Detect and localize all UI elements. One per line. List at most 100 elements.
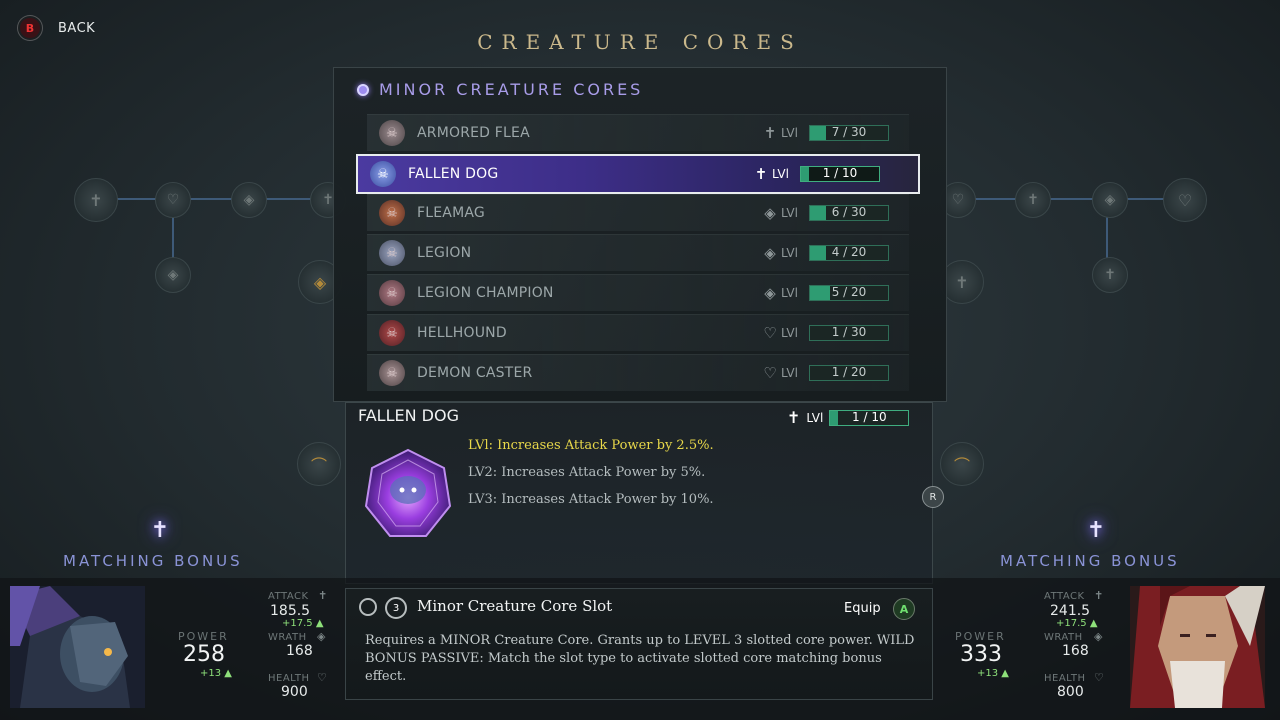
right-health-value: 800 — [1057, 684, 1084, 700]
detail-level-1-text: LVl: Increases Attack Power by 2.5%. — [468, 438, 714, 453]
wrath-icon: ◈ — [764, 204, 776, 222]
core-progress-bar: 7 / 30 — [809, 125, 889, 141]
detail-core-name: FALLEN DOG — [358, 406, 459, 425]
core-row-fallen-dog[interactable]: ☠ FALLEN DOG ✝ LVl 1 / 10 — [356, 154, 920, 194]
left-matching-bonus-label: MATCHING BONUS — [63, 552, 243, 570]
detail-level-3-text: LV3: Increases Attack Power by 10%. — [468, 492, 714, 507]
core-row-demon-caster[interactable]: ☠ DEMON CASTER ♡ LVl 1 / 20 — [367, 354, 909, 391]
tree-node-attack-icon: ✝ — [1092, 257, 1128, 293]
core-level-label: LVl — [781, 246, 798, 260]
left-wrath-label: WRATH — [268, 632, 307, 643]
tree-node-health-icon: ♡ — [1163, 178, 1207, 222]
right-attack-delta: +17.5 ▲ — [1056, 618, 1098, 629]
detail-level-2-text: LV2: Increases Attack Power by 5%. — [468, 465, 706, 480]
core-row-hellhound[interactable]: ☠ HELLHOUND ♡ LVl 1 / 30 — [367, 314, 909, 351]
core-name: DEMON CASTER — [417, 365, 533, 381]
health-icon: ♡ — [317, 671, 327, 684]
core-progress-bar: 1 / 20 — [809, 365, 889, 381]
attack-icon: ✝ — [318, 589, 328, 602]
legion-champion-creature-icon: ☠ — [379, 280, 405, 306]
health-icon: ♡ — [763, 364, 777, 382]
wrath-icon: ◈ — [764, 244, 776, 262]
category-label: MINOR CREATURE CORES — [379, 80, 644, 99]
left-attack-value: 185.5 — [270, 603, 311, 619]
detail-level: ✝ LVl 1 / 10 — [787, 408, 910, 427]
core-row-legion[interactable]: ☠ LEGION ◈ LVl 4 / 20 — [367, 234, 909, 271]
core-progress-bar: 1 / 30 — [809, 325, 889, 341]
right-wrath-label: WRATH — [1044, 632, 1083, 643]
tree-node-slot-icon: ⌒ — [940, 442, 984, 486]
equip-a-button[interactable]: A — [893, 598, 915, 620]
core-name: HELLHOUND — [417, 325, 507, 341]
left-attack-delta: +17.5 ▲ — [282, 618, 324, 629]
wrath-icon: ◈ — [764, 284, 776, 302]
core-level-label: LVl — [781, 126, 798, 140]
tree-node-wrath-icon: ◈ — [1092, 182, 1128, 218]
tree-node-attack-icon: ✝ — [1015, 182, 1051, 218]
page-title: CREATURE CORES — [477, 30, 803, 54]
core-progress-bar: 1 / 10 — [800, 166, 880, 182]
left-power-delta: +13 ▲ — [200, 668, 232, 679]
fallen-dog-creature-icon: ☠ — [370, 161, 396, 187]
legion-creature-icon: ☠ — [379, 240, 405, 266]
tree-node-health-icon: ♡ — [155, 182, 191, 218]
attack-icon: ✝ — [1094, 589, 1104, 602]
demon-caster-creature-icon: ☠ — [379, 360, 405, 386]
category-header: MINOR CREATURE CORES — [357, 80, 643, 99]
slot-level-badge: 3 — [385, 597, 407, 619]
hellhound-creature-icon: ☠ — [379, 320, 405, 346]
attack-icon: ✝ — [754, 165, 768, 183]
health-icon: ♡ — [763, 324, 777, 342]
detail-level-label: LVl — [806, 410, 824, 425]
tree-node-slot-icon: ⌒ — [297, 442, 341, 486]
fallen-dog-core-gem-icon — [364, 448, 452, 537]
left-power-value: 258 — [183, 642, 225, 667]
core-level-label: LVl — [781, 286, 798, 300]
core-name: ARMORED FLEA — [417, 125, 530, 141]
core-name: LEGION CHAMPION — [417, 285, 554, 301]
core-progress-bar: 6 / 30 — [809, 205, 889, 221]
wrath-icon: ◈ — [1094, 630, 1103, 643]
right-power-value: 333 — [960, 642, 1002, 667]
tree-node-wrath-icon: ◈ — [155, 257, 191, 293]
core-progress-bar: 4 / 20 — [809, 245, 889, 261]
fleamag-creature-icon: ☠ — [379, 200, 405, 226]
right-health-label: HEALTH — [1044, 673, 1086, 684]
wrath-icon: ◈ — [317, 630, 326, 643]
right-attack-label: ATTACK — [1044, 591, 1085, 602]
core-name: FLEAMAG — [417, 205, 485, 221]
core-row-legion-champion[interactable]: ☠ LEGION CHAMPION ◈ LVl 5 / 20 — [367, 274, 909, 311]
left-wrath-value: 168 — [286, 643, 313, 659]
tree-node-wrath-icon: ◈ — [231, 182, 267, 218]
detail-progress-bar: 1 / 10 — [829, 409, 910, 426]
core-level-label: LVl — [781, 326, 798, 340]
right-character-portrait — [1130, 586, 1265, 708]
right-matching-bonus-label: MATCHING BONUS — [1000, 552, 1180, 570]
left-health-label: HEALTH — [268, 673, 310, 684]
core-level-label: LVl — [781, 366, 798, 380]
slot-title: Minor Creature Core Slot — [417, 597, 613, 615]
category-dot-icon — [357, 83, 369, 96]
equip-label: Equip — [844, 601, 881, 616]
left-health-value: 900 — [281, 684, 308, 700]
r-stick-button-icon[interactable]: R — [922, 486, 944, 508]
left-character-portrait — [10, 586, 145, 708]
tree-node-attack-icon: ✝ — [74, 178, 118, 222]
core-progress-bar: 5 / 20 — [809, 285, 889, 301]
core-name: LEGION — [417, 245, 472, 261]
core-level-label: LVl — [772, 167, 789, 181]
right-power-delta: +13 ▲ — [977, 668, 1009, 679]
left-attack-label: ATTACK — [268, 591, 309, 602]
slot-description: Requires a MINOR Creature Core. Grants u… — [365, 633, 915, 684]
slot-ring-icon — [359, 598, 377, 616]
right-attack-value: 241.5 — [1050, 603, 1091, 619]
health-icon: ♡ — [1094, 671, 1104, 684]
core-name: FALLEN DOG — [408, 166, 499, 182]
core-row-armored-flea[interactable]: ☠ ARMORED FLEA ✝ LVl 7 / 30 — [367, 114, 909, 151]
core-level-label: LVl — [781, 206, 798, 220]
attack-icon: ✝ — [787, 408, 801, 427]
armored-flea-creature-icon: ☠ — [379, 120, 405, 146]
right-wrath-value: 168 — [1062, 643, 1089, 659]
core-row-fleamag[interactable]: ☠ FLEAMAG ◈ LVl 6 / 30 — [367, 194, 909, 231]
matching-bonus-attack-icon: ✝ — [1086, 518, 1106, 543]
